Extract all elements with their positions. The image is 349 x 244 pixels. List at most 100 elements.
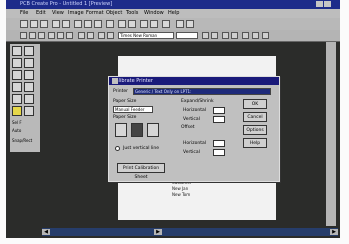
help-button[interactable]: Help: [243, 138, 267, 148]
close-icon[interactable]: [112, 78, 118, 84]
align-left-icon[interactable]: [57, 32, 64, 39]
format-toolbar: Times New Roman: [6, 30, 340, 42]
help-icon[interactable]: [162, 20, 170, 28]
underline-icon[interactable]: [48, 32, 55, 39]
color-tool-icon[interactable]: [12, 106, 22, 116]
save-icon[interactable]: [40, 20, 48, 28]
font-combo[interactable]: Times New Roman: [118, 32, 174, 39]
options-button[interactable]: Options: [243, 125, 267, 135]
horizontal-label: Horizontal: [183, 108, 206, 113]
style-icon[interactable]: [20, 32, 27, 39]
menu-format[interactable]: Format: [86, 10, 104, 16]
title-bar: PCB Create Pro - Untitled 1 [Preview]: [6, 0, 340, 9]
window-title: PCB Create Pro - Untitled 1 [Preview]: [20, 1, 113, 7]
dialog-title-bar: Calibrate Printer: [109, 77, 279, 85]
scroll-right-icon[interactable]: ▶: [154, 229, 162, 235]
ellipse-tool-icon[interactable]: [24, 70, 34, 80]
rotated-icon[interactable]: [147, 123, 159, 137]
bar-tool-icon[interactable]: [24, 106, 34, 116]
copy-icon[interactable]: [84, 20, 92, 28]
print-calibration-button[interactable]: Print Calibration Sheet: [117, 163, 165, 180]
justify-icon[interactable]: [87, 32, 94, 39]
undo-icon[interactable]: [106, 20, 114, 28]
menu-file[interactable]: File: [20, 10, 28, 16]
cut-icon[interactable]: [74, 20, 82, 28]
paper-size-label: Paper Size: [113, 99, 137, 104]
expand-shrink-label: Expand/Shrink: [181, 99, 214, 104]
menu-window[interactable]: Window: [144, 10, 164, 16]
printer-field[interactable]: Generic / Text Only on LPT1:: [133, 88, 271, 95]
monitor-frame: PCB Create Pro - Untitled 1 [Preview] Fi…: [0, 0, 349, 244]
select-tool-icon[interactable]: [12, 46, 22, 56]
arrow-icon[interactable]: [231, 32, 238, 39]
paper-size-field[interactable]: Manual Feeder: [113, 106, 153, 113]
ok-button[interactable]: OK: [243, 99, 267, 109]
layout-icon[interactable]: [242, 32, 249, 39]
menu-object[interactable]: Object: [106, 10, 122, 16]
horizontal-spinner[interactable]: [213, 107, 225, 114]
text-tool-palette-icon[interactable]: [12, 58, 22, 68]
horizontal-offset-label: Horizontal: [183, 141, 206, 146]
bold-icon[interactable]: [29, 32, 36, 39]
maximize-button[interactable]: [324, 1, 331, 7]
zoom-in-icon[interactable]: [118, 20, 126, 28]
portrait-icon[interactable]: [115, 123, 127, 137]
vertical-line-checkbox[interactable]: [115, 146, 120, 151]
vertical-offset-spinner[interactable]: [213, 149, 225, 156]
line-tool-icon[interactable]: [24, 58, 34, 68]
menu-tools[interactable]: Tools: [126, 10, 138, 16]
dialog-title: Calibrate Printer: [112, 78, 153, 84]
vertical-scrollbar[interactable]: [326, 42, 336, 226]
crop-tool-icon[interactable]: [24, 46, 34, 56]
vertical-label: Vertical: [183, 117, 200, 122]
italic-icon[interactable]: [38, 32, 45, 39]
printer-label: Printer: [113, 89, 128, 94]
align-icon[interactable]: [150, 20, 158, 28]
vertical-line-label: Just vertical line: [123, 146, 160, 151]
border-icon[interactable]: [98, 32, 105, 39]
fill-icon[interactable]: [222, 32, 229, 39]
rectangle-tool-icon[interactable]: [12, 70, 22, 80]
scroll-left-icon[interactable]: ◀: [42, 229, 50, 235]
menu-image[interactable]: Image: [68, 10, 84, 16]
open-icon[interactable]: [30, 20, 38, 28]
align-right-icon[interactable]: [78, 32, 85, 39]
zoom-tool-icon[interactable]: [24, 82, 34, 92]
color-icon[interactable]: [202, 32, 209, 39]
app-screen: PCB Create Pro - Untitled 1 [Preview] Fi…: [6, 0, 340, 238]
scroll-end-icon[interactable]: ▶: [330, 229, 338, 235]
rotate-tool-icon[interactable]: [12, 94, 22, 104]
line-icon[interactable]: [211, 32, 218, 39]
cancel-button[interactable]: Cancel: [243, 112, 267, 122]
minimize-button[interactable]: [316, 1, 323, 7]
horizontal-offset-spinner[interactable]: [213, 140, 225, 147]
horizontal-scrollbar[interactable]: ◀ ▶ ▶: [42, 228, 338, 236]
preview-icon[interactable]: [62, 20, 70, 28]
menu-help[interactable]: Help: [168, 10, 179, 16]
print-icon[interactable]: [52, 20, 60, 28]
menu-view[interactable]: View: [52, 10, 64, 16]
size-combo[interactable]: [176, 32, 198, 39]
palette-label-1: Sel F: [12, 120, 22, 125]
frame-icon[interactable]: [252, 32, 259, 39]
doc-line-2: New Jan: [172, 186, 189, 191]
tool-palette: Sel F Auto Snap/Rect: [10, 44, 40, 152]
picture-tool-icon[interactable]: [12, 82, 22, 92]
zoom-out-icon[interactable]: [128, 20, 136, 28]
paste-icon[interactable]: [94, 20, 102, 28]
landscape-icon[interactable]: [131, 123, 143, 137]
palette-label-2: Auto: [12, 128, 22, 133]
palette-label-3: Snap/Rect: [12, 138, 33, 143]
shade-icon[interactable]: [107, 32, 114, 39]
vertical-spinner[interactable]: [213, 116, 225, 123]
new-icon[interactable]: [20, 20, 28, 28]
align-center-icon[interactable]: [66, 32, 73, 39]
text-tool-icon[interactable]: [186, 20, 194, 28]
vertical-offset-label: Vertical: [183, 150, 200, 155]
hand-tool-icon[interactable]: [24, 94, 34, 104]
menu-edit[interactable]: Edit: [36, 10, 46, 16]
table-icon[interactable]: [262, 32, 269, 39]
menu-bar: File Edit View Image Format Object Tools…: [6, 9, 340, 18]
grid-icon[interactable]: [140, 20, 148, 28]
tool-icon[interactable]: [176, 20, 184, 28]
